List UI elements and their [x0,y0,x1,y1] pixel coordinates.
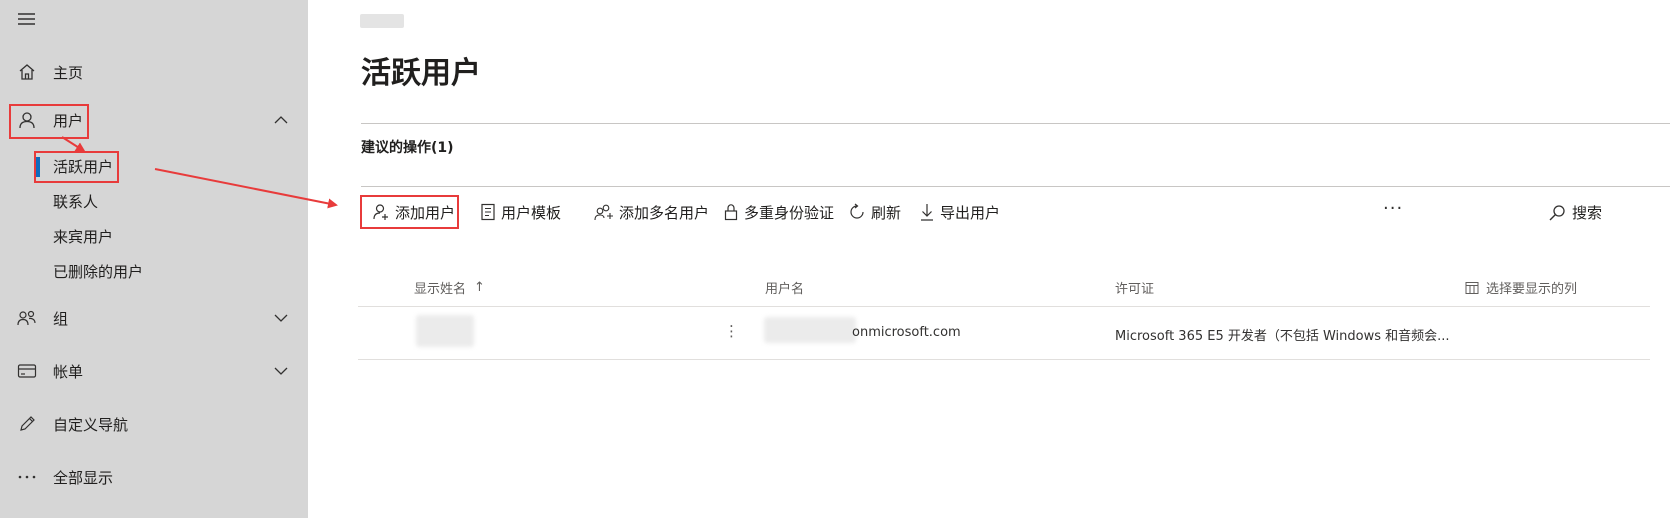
add-multiple-users-label: 添加多名用户 [619,203,710,222]
more-horizontal-icon [16,466,38,488]
more-actions-button[interactable]: ··· [1383,196,1403,222]
sidebar-item-label: 全部显示 [53,468,114,487]
document-icon [481,203,495,221]
add-people-icon [594,204,613,221]
sidebar-item-label: 组 [53,309,69,328]
highlight-box-users [9,104,89,139]
sidebar-item-label: 帐单 [53,362,84,381]
sidebar-item-groups[interactable]: 组 [0,301,308,335]
chevron-up-icon[interactable] [272,111,290,129]
recommended-actions-link[interactable]: 建议的操作(1) [361,137,454,157]
column-header-license[interactable]: 许可证 [1115,278,1154,297]
export-users-label: 导出用户 [940,203,1001,222]
user-templates-button[interactable]: 用户模板 [480,196,561,228]
license-cell: Microsoft 365 E5 开发者（不包括 Windows 和音频会... [1115,329,1450,344]
redacted-display-name[interactable] [416,315,474,347]
username-cell: onmicrosoft.com [852,325,961,340]
refresh-icon [850,203,864,219]
sidebar: 主页 用户 活跃用户 联系人 来宾用户 已删除的用户 组 帐单 自定义导航 全部… [0,0,308,518]
sidebar-item-home[interactable]: 主页 [0,55,308,89]
divider [361,186,1670,187]
sidebar-subitem-guest-users[interactable]: 来宾用户 [53,224,113,250]
sidebar-item-show-all[interactable]: 全部显示 [0,460,308,494]
export-users-button[interactable]: 导出用户 [919,196,1000,228]
column-header-username[interactable]: 用户名 [765,278,804,297]
search-button[interactable]: 搜索 [1548,202,1602,223]
download-icon [921,204,933,221]
chevron-down-icon[interactable] [272,309,290,327]
sidebar-subitem-deleted-users[interactable]: 已删除的用户 [53,259,143,285]
mfa-button[interactable]: 多重身份验证 [723,196,834,228]
lock-icon [724,204,738,221]
home-icon [16,61,38,83]
column-header-label: 显示姓名 [414,282,467,297]
refresh-label: 刷新 [871,203,902,222]
sidebar-item-billing[interactable]: 帐单 [0,354,308,388]
search-icon [1549,204,1565,220]
chevron-down-icon[interactable] [272,362,290,380]
sidebar-item-label: 主页 [53,63,84,82]
row-more-menu[interactable]: ⋮ [724,322,739,340]
page-title: 活跃用户 [361,56,481,91]
credit-card-icon [16,360,38,382]
refresh-button[interactable]: 刷新 [848,196,901,228]
table-row[interactable]: ⋮ onmicrosoft.com Microsoft 365 E5 开发者（不… [358,307,1650,359]
choose-columns-label: 选择要显示的列 [1486,282,1578,297]
search-label: 搜索 [1572,204,1603,222]
breadcrumb [360,14,404,28]
mfa-label: 多重身份验证 [744,203,835,222]
user-templates-label: 用户模板 [501,203,562,222]
hamburger-icon[interactable] [16,10,38,28]
highlight-box-add-user [360,195,459,229]
divider [361,123,1670,124]
redacted-username-prefix [764,317,856,343]
columns-icon [1465,281,1479,294]
highlight-box-active-users [34,151,119,183]
sidebar-item-customize-nav[interactable]: 自定义导航 [0,407,308,441]
add-multiple-users-button[interactable]: 添加多名用户 [594,196,709,228]
column-header-display-name[interactable]: 显示姓名 ↑ [414,278,485,297]
sidebar-item-label: 自定义导航 [53,415,129,434]
pencil-icon [16,413,38,435]
choose-columns-button[interactable]: 选择要显示的列 [1465,278,1577,297]
group-icon [16,307,38,329]
table-row-divider [358,359,1650,360]
sort-ascending-icon: ↑ [474,280,485,295]
sidebar-subitem-contacts[interactable]: 联系人 [53,189,98,215]
main-content: 活跃用户 建议的操作(1) 添加用户 用户模板 添加多名用户 多重身份验证 刷新… [308,0,1670,518]
